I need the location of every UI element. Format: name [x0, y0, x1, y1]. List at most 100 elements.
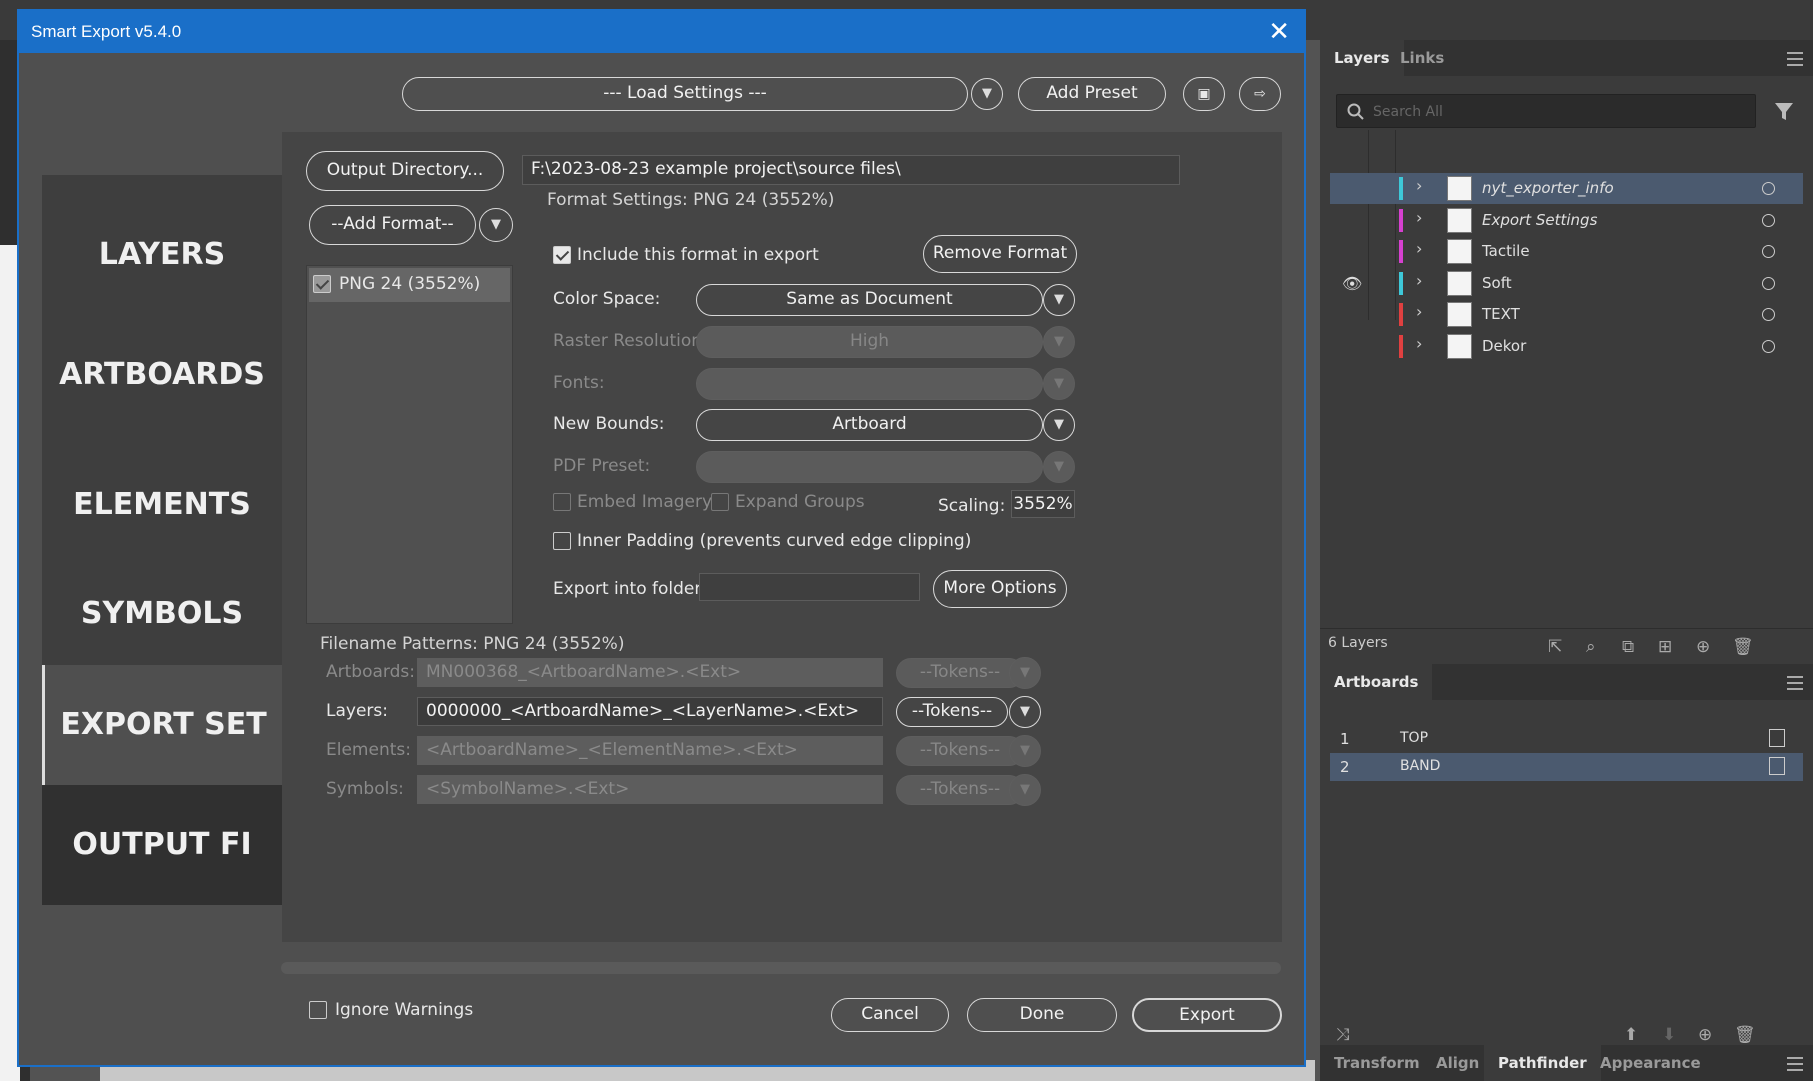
pdf-preset-arrow-icon[interactable]: ▼ — [1043, 451, 1075, 483]
move-down-icon[interactable]: ⬇ — [1662, 1025, 1676, 1045]
open-folder-icon[interactable]: ▣ — [1183, 77, 1225, 111]
target-icon[interactable] — [1762, 245, 1775, 258]
layer-row[interactable]: › Dekor — [1330, 331, 1803, 362]
cancel-button[interactable]: Cancel — [831, 998, 949, 1032]
chevron-right-icon[interactable]: › — [1416, 176, 1422, 195]
delete-artboard-icon[interactable]: 🗑 — [1734, 1025, 1756, 1045]
symbols-tokens-dropdown[interactable]: --Tokens-- — [896, 775, 1024, 805]
load-settings-dropdown[interactable]: --- Load Settings --- — [402, 77, 968, 111]
nav-output-files[interactable]: OUTPUT FI — [42, 785, 282, 905]
target-icon[interactable] — [1762, 276, 1775, 290]
chevron-right-icon[interactable]: › — [1416, 302, 1422, 321]
color-space-arrow-icon[interactable]: ▼ — [1043, 284, 1075, 316]
artboards-tokens-arrow-icon[interactable]: ▼ — [1009, 657, 1041, 689]
artboard-options-icon[interactable] — [1769, 729, 1785, 747]
layer-row[interactable]: › TEXT — [1330, 299, 1803, 330]
new-layer-icon[interactable]: ⊕ — [1696, 637, 1710, 657]
include-format-checkbox[interactable] — [553, 246, 571, 264]
add-format-arrow-icon[interactable]: ▼ — [479, 208, 513, 242]
elements-tokens-arrow-icon[interactable]: ▼ — [1009, 735, 1041, 767]
target-icon[interactable] — [1762, 308, 1775, 321]
nav-artboards[interactable]: ARTBOARDS — [42, 340, 282, 410]
close-icon[interactable]: ✕ — [1268, 17, 1290, 47]
nav-layers[interactable]: LAYERS — [42, 220, 282, 290]
layers-pattern-field[interactable]: 0000000_<ArtboardName>_<LayerName>.<Ext> — [417, 697, 883, 726]
rearrange-icon[interactable]: ⤨ — [1336, 1025, 1350, 1045]
color-space-dropdown[interactable]: Same as Document — [696, 284, 1043, 316]
nav-export-settings[interactable]: EXPORT SET — [42, 665, 282, 785]
new-artboard-icon[interactable]: ⊕ — [1698, 1025, 1712, 1045]
chevron-right-icon[interactable]: › — [1416, 334, 1422, 353]
elements-tokens-dropdown[interactable]: --Tokens-- — [896, 736, 1024, 766]
fonts-arrow-icon[interactable]: ▼ — [1043, 368, 1075, 400]
output-path-field[interactable]: F:\2023-08-23 example project\source fil… — [522, 155, 1180, 185]
search-input[interactable] — [1373, 101, 1743, 123]
new-bounds-dropdown[interactable]: Artboard — [696, 409, 1043, 441]
more-options-button[interactable]: More Options — [933, 570, 1067, 608]
trash-icon[interactable]: 🗑 — [1732, 637, 1754, 657]
artboards-pattern-field[interactable]: MN000368_<ArtboardName>.<Ext> — [417, 658, 883, 687]
scaling-field[interactable]: 3552% — [1011, 490, 1075, 518]
inner-padding-checkbox[interactable] — [553, 532, 571, 550]
clipping-mask-icon[interactable]: ⧉ — [1622, 637, 1634, 657]
panel-menu-icon[interactable] — [1787, 52, 1803, 66]
tab-transform[interactable]: Transform — [1320, 1045, 1434, 1081]
target-icon[interactable] — [1762, 339, 1775, 353]
nav-elements[interactable]: ELEMENTS — [42, 470, 282, 540]
export-folder-field[interactable] — [699, 573, 920, 601]
embed-imagery-checkbox[interactable] — [553, 493, 571, 511]
layer-row[interactable]: 👁 › Soft — [1330, 268, 1803, 299]
tab-align[interactable]: Align — [1422, 1045, 1493, 1081]
format-list-item[interactable]: PNG 24 (3552%) — [309, 268, 510, 302]
symbols-pattern-field[interactable]: <SymbolName>.<Ext> — [417, 775, 883, 804]
horizontal-scrollbar[interactable] — [281, 962, 1281, 974]
symbols-tokens-arrow-icon[interactable]: ▼ — [1009, 774, 1041, 806]
remove-format-button[interactable]: Remove Format — [923, 235, 1077, 273]
artboards-menu-icon[interactable] — [1787, 676, 1803, 690]
artboards-tokens-dropdown[interactable]: --Tokens-- — [896, 658, 1024, 688]
chevron-right-icon[interactable]: › — [1416, 208, 1422, 227]
new-bounds-arrow-icon[interactable]: ▼ — [1043, 409, 1075, 441]
elements-pattern-field[interactable]: <ArtboardName>_<ElementName>.<Ext> — [417, 736, 883, 765]
raster-resolution-dropdown[interactable]: High — [696, 326, 1043, 358]
raster-arrow-icon[interactable]: ▼ — [1043, 326, 1075, 358]
chevron-right-icon[interactable]: › — [1416, 239, 1422, 258]
move-up-icon[interactable]: ⬆ — [1624, 1025, 1638, 1045]
done-button[interactable]: Done — [967, 998, 1117, 1032]
nav-symbols[interactable]: SYMBOLS — [42, 579, 282, 649]
pdf-preset-dropdown[interactable] — [696, 451, 1043, 483]
format-item-checkbox[interactable] — [313, 275, 331, 293]
tab-appearance[interactable]: Appearance — [1586, 1045, 1715, 1081]
eye-icon[interactable]: 👁 — [1342, 274, 1362, 293]
layer-thumbnail — [1447, 270, 1472, 296]
artboard-options-icon[interactable] — [1769, 757, 1785, 775]
tab-artboards[interactable]: Artboards — [1320, 664, 1433, 700]
export-icon[interactable]: ⇱ — [1548, 637, 1562, 657]
tab-pathfinder[interactable]: Pathfinder — [1484, 1045, 1601, 1081]
layer-row[interactable]: › Tactile — [1330, 236, 1803, 267]
tab-links[interactable]: Links — [1386, 40, 1458, 76]
chevron-right-icon[interactable]: › — [1416, 271, 1422, 290]
add-preset-button[interactable]: Add Preset — [1018, 77, 1166, 111]
layers-tokens-dropdown[interactable]: --Tokens-- — [896, 697, 1008, 727]
artboard-row[interactable]: 2 BAND — [1330, 753, 1803, 781]
save-preset-icon[interactable]: ⇨ — [1239, 77, 1281, 111]
filter-icon[interactable] — [1773, 100, 1795, 122]
load-settings-arrow-icon[interactable]: ▼ — [971, 78, 1003, 110]
new-sublayer-icon[interactable]: ⊞ — [1658, 637, 1672, 657]
layers-tokens-arrow-icon[interactable]: ▼ — [1009, 696, 1041, 728]
add-format-dropdown[interactable]: --Add Format-- — [309, 205, 476, 245]
target-icon[interactable] — [1762, 182, 1775, 195]
ignore-warnings-checkbox[interactable] — [309, 1001, 327, 1019]
layer-row[interactable]: › Export Settings — [1330, 205, 1803, 236]
artboard-row[interactable]: 1 TOP — [1330, 725, 1803, 753]
fonts-dropdown[interactable] — [696, 368, 1043, 400]
layer-row[interactable]: › nyt_exporter_info — [1330, 173, 1803, 204]
bottom-menu-icon[interactable] — [1787, 1057, 1803, 1071]
expand-groups-checkbox[interactable] — [711, 493, 729, 511]
locate-object-icon[interactable]: ⌕ — [1586, 637, 1596, 657]
export-button[interactable]: Export — [1132, 998, 1282, 1032]
output-directory-button[interactable]: Output Directory... — [306, 151, 504, 191]
artboard-name: TOP — [1400, 730, 1429, 746]
target-icon[interactable] — [1762, 213, 1775, 227]
